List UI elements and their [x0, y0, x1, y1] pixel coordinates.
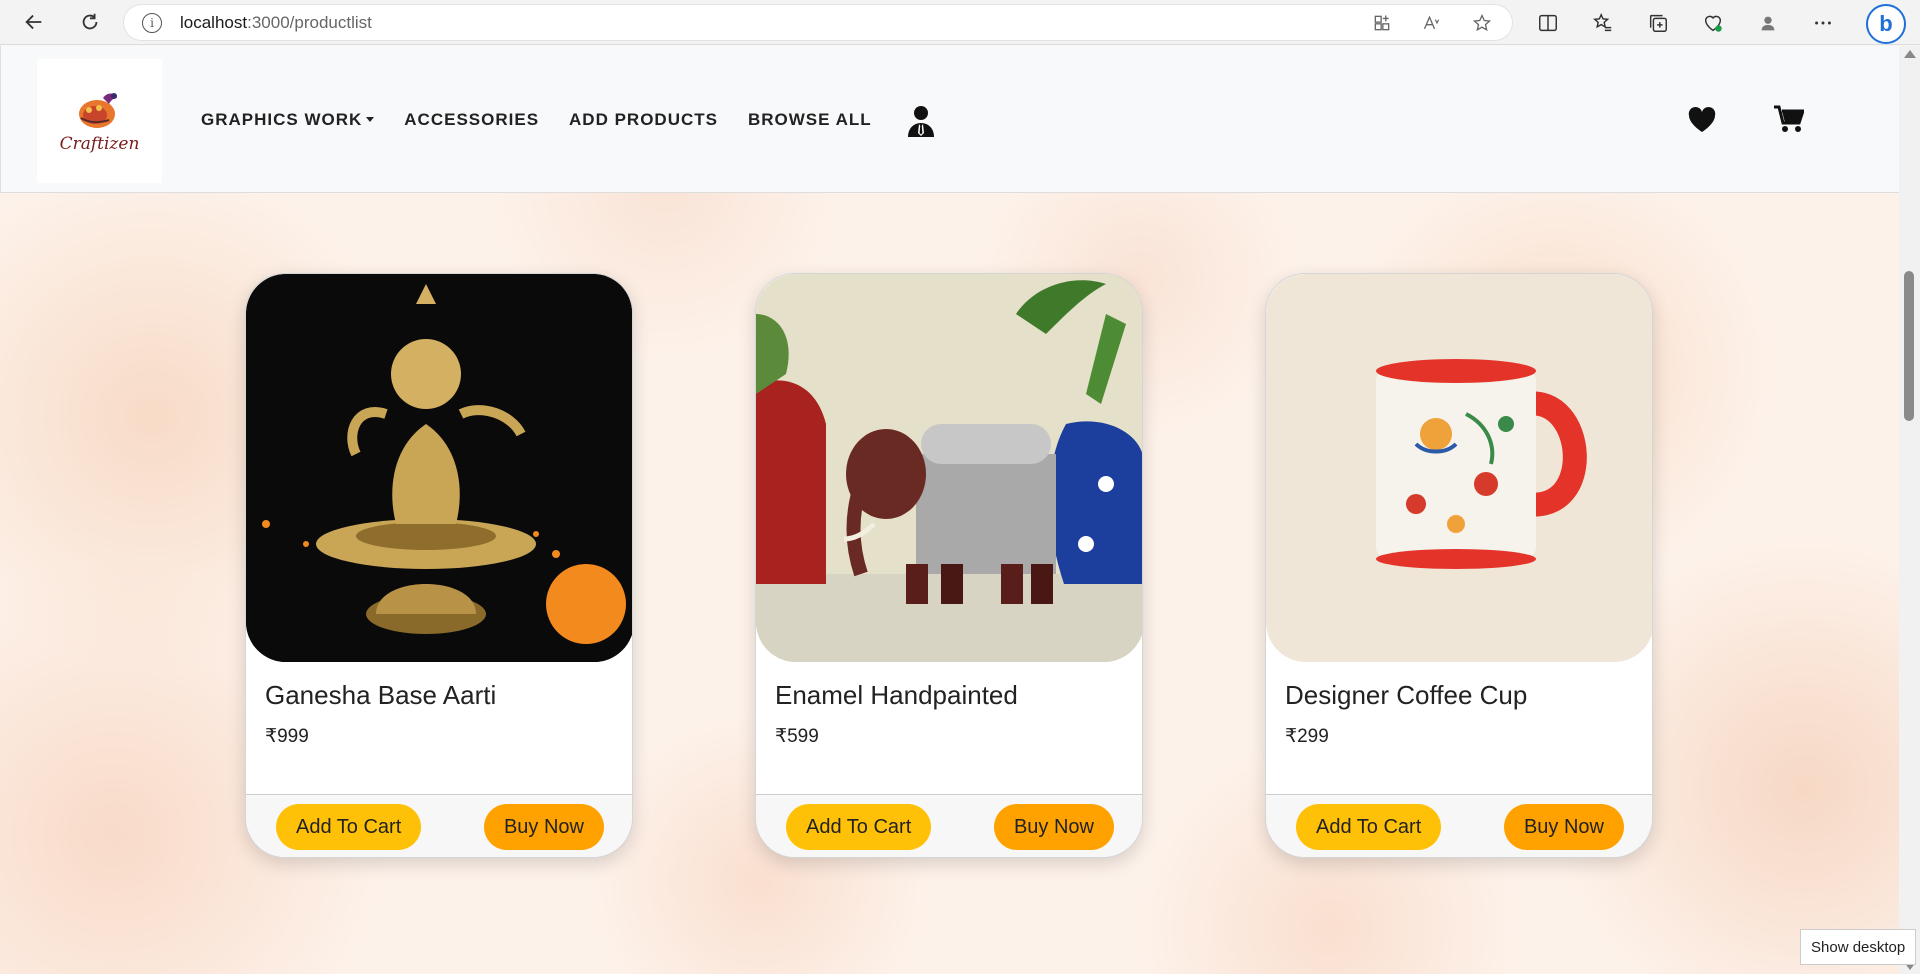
address-bar[interactable]: i localhost:3000/productlist — [124, 5, 1512, 40]
url-text[interactable]: localhost:3000/productlist — [180, 13, 372, 33]
app-available-icon[interactable] — [1364, 8, 1400, 38]
refresh-icon[interactable] — [70, 2, 110, 42]
product-card-actions: Add To Cart Buy Now — [756, 794, 1142, 857]
url-path: :3000/productlist — [247, 12, 372, 32]
product-title: Enamel Handpainted — [775, 680, 1018, 710]
scroll-thumb[interactable] — [1904, 271, 1914, 421]
split-screen-icon[interactable] — [1520, 0, 1575, 45]
chevron-down-icon — [366, 117, 375, 122]
product-card-actions: Add To Cart Buy Now — [1266, 794, 1652, 857]
nav-accessories-label: ACCESSORIES — [404, 109, 540, 129]
main-nav: GRAPHICS WORK ACCESSORIES ADD PRODUCTS B… — [201, 46, 872, 193]
brand-logo[interactable]: Craftizen — [37, 59, 162, 183]
product-card[interactable]: Ganesha Base Aarti ₹999 Add To Cart Buy … — [245, 273, 633, 858]
browser-toolbar: i localhost:3000/productlist b — [0, 0, 1920, 45]
peacock-logo-icon — [73, 88, 127, 132]
profile-icon[interactable] — [1740, 0, 1795, 45]
buy-now-button[interactable]: Buy Now — [993, 804, 1114, 850]
read-aloud-icon[interactable] — [1414, 8, 1450, 38]
show-desktop-tooltip: Show desktop — [1800, 929, 1917, 965]
page-content: Craftizen GRAPHICS WORK ACCESSORIES ADD … — [0, 46, 1899, 974]
browser-essentials-icon[interactable] — [1685, 0, 1740, 45]
wishlist-heart-icon[interactable] — [1688, 107, 1716, 133]
back-icon[interactable] — [14, 2, 54, 42]
product-title: Ganesha Base Aarti — [265, 680, 497, 710]
vertical-scrollbar[interactable] — [1899, 46, 1920, 974]
product-card-actions: Add To Cart Buy Now — [246, 794, 632, 857]
add-to-cart-button[interactable]: Add To Cart — [786, 804, 932, 850]
favorites-icon[interactable] — [1575, 0, 1630, 45]
add-to-cart-button[interactable]: Add To Cart — [1296, 804, 1442, 850]
favorite-star-icon[interactable] — [1464, 8, 1500, 38]
nav-add-products-label: ADD PRODUCTS — [569, 109, 718, 129]
brand-name: Craftizen — [59, 134, 140, 154]
nav-browse-all[interactable]: BROWSE ALL — [748, 110, 872, 130]
collections-icon[interactable] — [1630, 0, 1685, 45]
product-image-elephant[interactable] — [756, 274, 1142, 662]
product-card[interactable]: Enamel Handpainted ₹599 Add To Cart Buy … — [755, 273, 1143, 858]
nav-add-products[interactable]: ADD PRODUCTS — [569, 110, 718, 130]
product-price: ₹999 — [265, 726, 309, 747]
buy-now-button[interactable]: Buy Now — [1503, 804, 1624, 850]
product-title: Designer Coffee Cup — [1285, 680, 1528, 710]
more-options-icon[interactable] — [1795, 0, 1850, 45]
scroll-up-arrow-icon[interactable] — [1904, 50, 1916, 58]
buy-now-button[interactable]: Buy Now — [483, 804, 604, 850]
product-price: ₹299 — [1285, 726, 1329, 747]
url-host: localhost — [180, 12, 248, 32]
user-account-icon[interactable] — [906, 105, 936, 137]
site-navbar: Craftizen GRAPHICS WORK ACCESSORIES ADD … — [0, 46, 1899, 193]
nav-accessories[interactable]: ACCESSORIES — [404, 110, 539, 130]
add-to-cart-button[interactable]: Add To Cart — [276, 804, 422, 850]
product-image-ganesha[interactable] — [246, 274, 632, 662]
product-price: ₹599 — [775, 726, 819, 747]
product-image-coffee-cup[interactable] — [1266, 274, 1652, 662]
product-card[interactable]: Designer Coffee Cup ₹299 Add To Cart Buy… — [1265, 273, 1653, 858]
site-info-icon[interactable]: i — [142, 12, 162, 33]
nav-graphics-work[interactable]: GRAPHICS WORK — [201, 109, 375, 130]
nav-graphics-work-label: GRAPHICS WORK — [201, 109, 363, 129]
nav-browse-all-label: BROWSE ALL — [747, 109, 872, 129]
copilot-icon[interactable]: b — [1866, 4, 1906, 44]
shopping-cart-icon[interactable] — [1774, 105, 1806, 133]
